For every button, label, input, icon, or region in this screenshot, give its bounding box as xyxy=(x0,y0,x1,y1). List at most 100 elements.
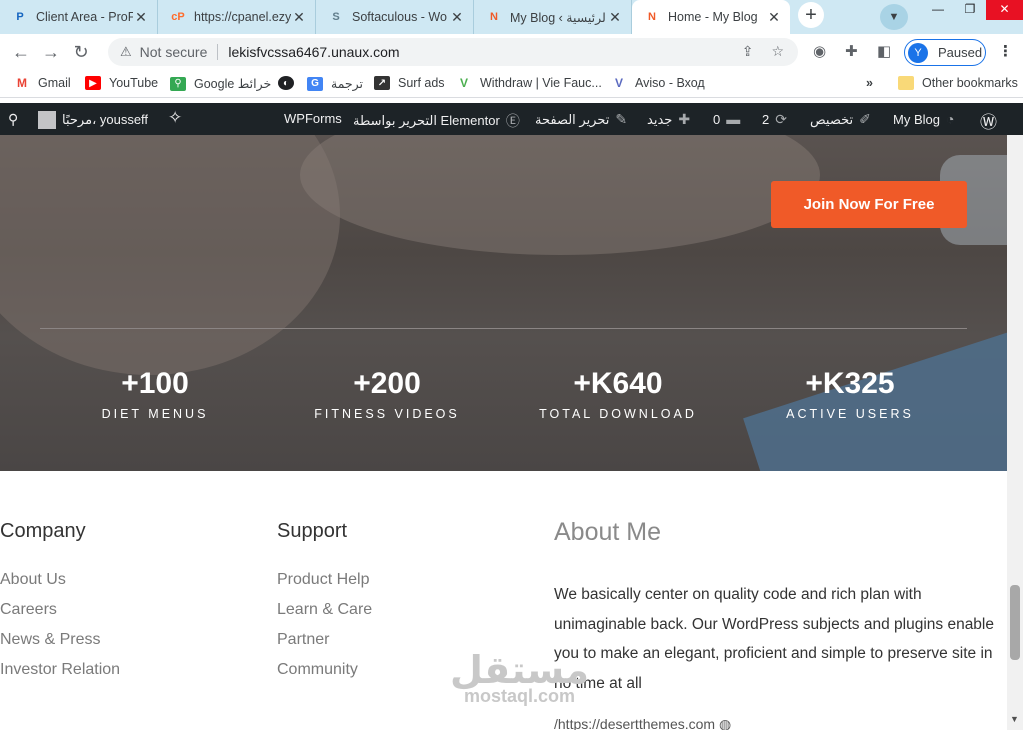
edit-page-label: تحرير الصفحة xyxy=(535,111,610,127)
reload-icon[interactable]: ↻ xyxy=(66,42,96,63)
join-now-button[interactable]: Join Now For Free xyxy=(771,181,967,228)
stat-number: +200 xyxy=(353,367,421,400)
edit-with-elementor[interactable]: التحرير بواسطة Elementor Ⓔ xyxy=(353,111,526,131)
extension-planet-icon[interactable]: ◉ xyxy=(813,42,826,60)
bookmark-label: YouTube xyxy=(109,76,159,90)
about-website-link[interactable]: /https://desertthemes.com ◍ xyxy=(554,716,731,730)
bookmark-globe[interactable]: ◐ xyxy=(278,76,302,90)
tab-home-my-blog[interactable]: N Home - My Blog ✕ xyxy=(632,0,790,34)
window-close-icon[interactable]: ✕ xyxy=(986,0,1023,20)
tab-title: Home - My Blog xyxy=(668,10,758,24)
brush-icon: ✐ xyxy=(859,111,871,127)
background-photo xyxy=(0,135,340,375)
scrollbar-thumb[interactable] xyxy=(1010,585,1020,660)
globe-icon: ◍ xyxy=(718,716,732,730)
wpforms-menu[interactable]: WPForms xyxy=(284,111,342,126)
user-account-menu[interactable]: مرحبًا، yousseff xyxy=(38,111,148,129)
customize-link[interactable]: تخصيص ✐ xyxy=(810,111,877,128)
bookmark-maps[interactable]: ⚲ Google خرائط xyxy=(170,76,271,91)
elementor-icon: Ⓔ xyxy=(505,113,520,129)
stat-fitness-videos: +200 FITNESS VIDEOS xyxy=(277,365,497,421)
close-icon[interactable]: ✕ xyxy=(607,9,623,26)
tab-my-blog-admin[interactable]: N My Blog ‹ الرئيسية ✕ xyxy=(474,0,632,34)
bookmark-star-icon[interactable]: ☆ xyxy=(771,43,784,60)
divider xyxy=(40,328,967,329)
search-icon[interactable]: ⚲ xyxy=(8,111,18,128)
youtube-icon: ▶ xyxy=(85,76,101,90)
bookmark-gmail[interactable]: M Gmail xyxy=(14,76,71,90)
close-icon[interactable]: ✕ xyxy=(291,9,307,26)
forward-icon[interactable]: → xyxy=(36,42,66,63)
footer-link-partner[interactable]: Partner xyxy=(277,631,329,649)
company-heading: Company xyxy=(0,520,86,542)
cpanel-icon: cP xyxy=(171,11,185,23)
bookmark-youtube[interactable]: ▶ YouTube xyxy=(85,76,158,90)
tab-search-icon[interactable]: ▼ xyxy=(880,4,908,30)
stat-diet-menus: +100 DIET MENUS xyxy=(45,365,265,421)
theme-icon: N xyxy=(648,11,656,23)
close-icon[interactable]: ✕ xyxy=(133,9,149,26)
tab-title: Client Area - ProF xyxy=(36,10,133,24)
tab-client-area[interactable]: P Client Area - ProF ✕ xyxy=(0,0,158,34)
site-name-menu[interactable]: My Blog ◔ xyxy=(893,111,960,127)
footer-link-about-us[interactable]: About Us xyxy=(0,571,66,589)
more-bookmarks-icon[interactable]: » xyxy=(866,76,873,90)
hero-section: Join Now For Free +100 DIET MENUS +200 F… xyxy=(0,135,1007,471)
security-label: Not secure xyxy=(139,44,208,60)
warning-icon: ⚠ xyxy=(120,44,132,59)
side-panel-icon[interactable]: ◧ xyxy=(877,42,891,60)
other-bookmarks[interactable]: Other bookmarks xyxy=(898,76,1018,90)
avatar: Y xyxy=(908,42,928,63)
elementor-label: التحرير بواسطة Elementor xyxy=(353,113,500,128)
updates-count: 2 xyxy=(762,112,770,127)
bookmark-translate[interactable]: G ترجمة xyxy=(307,76,363,91)
edit-page[interactable]: تحرير الصفحة ✎ xyxy=(535,111,633,128)
separator xyxy=(217,44,219,60)
share-icon[interactable]: ⇪ xyxy=(742,43,754,60)
updates-link[interactable]: 2 ⟳ xyxy=(762,111,793,128)
close-icon[interactable]: ✕ xyxy=(766,9,782,26)
footer-link-news-press[interactable]: News & Press xyxy=(0,631,100,649)
footer-link-product-help[interactable]: Product Help xyxy=(277,571,370,589)
stat-number: +100 xyxy=(121,367,189,400)
bookmark-vie-faucet[interactable]: V Withdraw | Vie Fauc... xyxy=(456,76,602,90)
minimize-icon[interactable]: — xyxy=(922,0,954,20)
bookmark-surf-ads[interactable]: ↗ Surf ads xyxy=(374,76,445,90)
surfads-icon: ↗ xyxy=(374,76,390,90)
plus-icon: ✚ xyxy=(678,111,691,127)
footer-link-investor-relation[interactable]: Investor Relation xyxy=(0,661,120,679)
tab-cpanel[interactable]: cP https://cpanel.ezy ✕ xyxy=(158,0,316,34)
customize-label: تخصيص xyxy=(810,111,854,127)
scroll-down-arrow-icon[interactable]: ▼ xyxy=(1010,714,1019,724)
bookmark-label: ترجمة xyxy=(331,77,364,91)
about-link-text: /https://desertthemes.com xyxy=(554,716,716,730)
browser-toolbar: ← → ↻ ⚠ Not secure lekisfvcssa6467.unaux… xyxy=(0,34,1023,70)
new-tab-button[interactable]: + xyxy=(798,2,824,28)
stat-number: +K325 xyxy=(805,367,895,400)
bookmark-aviso[interactable]: V Aviso - Вход xyxy=(611,76,705,90)
tab-strip: P Client Area - ProF ✕ cP https://cpanel… xyxy=(0,0,1023,34)
new-content[interactable]: جديد ✚ xyxy=(647,111,696,128)
address-bar[interactable]: ⚠ Not secure lekisfvcssa6467.unaux.com ⇪… xyxy=(108,38,798,66)
wordpress-logo-icon[interactable]: Ⓦ xyxy=(980,108,997,133)
menu-icon[interactable]: ⋮ xyxy=(998,42,1013,60)
bookmark-label: Google خرائط xyxy=(194,77,272,91)
close-icon[interactable]: ✕ xyxy=(449,9,465,26)
footer-link-community[interactable]: Community xyxy=(277,661,358,679)
ai-sparkle-icon[interactable]: ✧ xyxy=(168,108,182,128)
bookmarks-bar: M Gmail ▶ YouTube ⚲ Google خرائط ◐ G ترج… xyxy=(0,70,1023,98)
footer-link-learn-care[interactable]: Learn & Care xyxy=(277,601,372,619)
url-text[interactable]: lekisfvcssa6467.unaux.com xyxy=(228,44,399,60)
profile-button[interactable]: Y Paused xyxy=(904,39,986,66)
restore-icon[interactable]: ❐ xyxy=(954,0,986,20)
extensions-puzzle-icon[interactable]: ✚ xyxy=(845,42,858,60)
footer-link-careers[interactable]: Careers xyxy=(0,601,57,619)
back-icon[interactable]: ← xyxy=(6,42,36,63)
stat-total-download: +K640 TOTAL DOWNLOAD xyxy=(508,365,728,421)
comments-link[interactable]: 0 ▬ xyxy=(713,111,746,127)
watermark: مستقل mostaql.com xyxy=(450,650,589,707)
stat-number: +K640 xyxy=(573,367,663,400)
greeting: مرحبًا، yousseff xyxy=(62,112,149,127)
maps-icon: ⚲ xyxy=(170,76,186,91)
tab-softaculous[interactable]: S Softaculous - Wo ✕ xyxy=(316,0,474,34)
